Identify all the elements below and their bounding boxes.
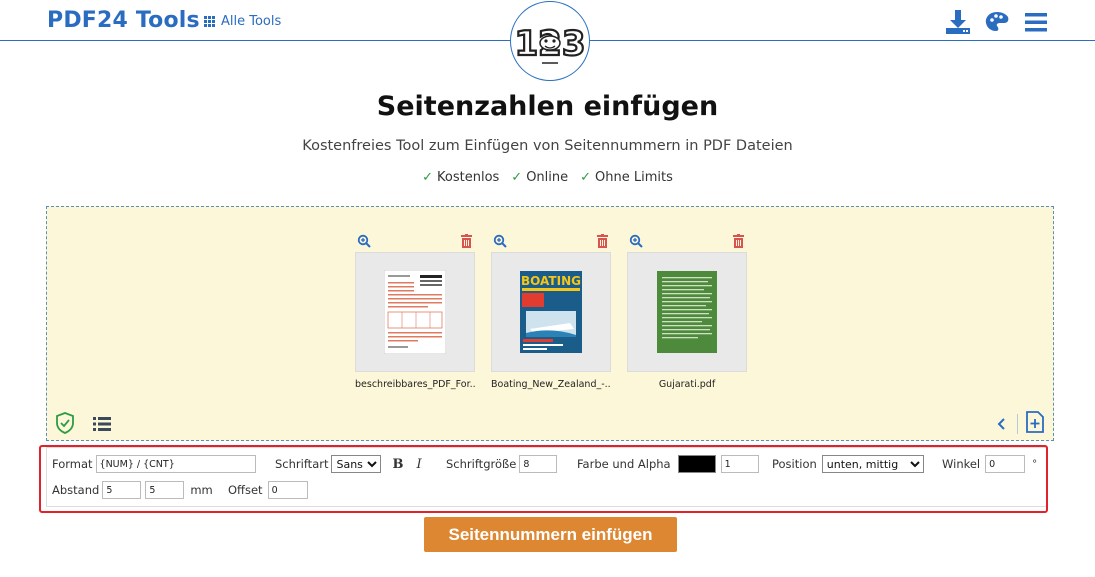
toolbar-divider (1017, 414, 1018, 434)
download-icon[interactable] (945, 9, 971, 35)
delete-icon[interactable] (460, 234, 473, 248)
file-name: Gujarati.pdf (658, 379, 716, 390)
color-label: Farbe und Alpha (577, 457, 671, 471)
position-select[interactable]: unten, mittig (821, 455, 924, 473)
all-tools-label: Alle Tools (221, 14, 282, 29)
offset-option: Offset (228, 481, 308, 499)
margin-y-input[interactable] (145, 481, 185, 499)
position-label: Position (772, 457, 817, 471)
svg-text:BOATING: BOATING (521, 274, 581, 288)
top-icons (945, 9, 1049, 35)
font-size-input[interactable] (519, 455, 558, 473)
chevron-left-icon[interactable] (997, 417, 1007, 431)
zoom-in-icon[interactable] (493, 234, 507, 248)
options-panel: Format Schriftart Sans B I Schriftgröße … (46, 447, 1048, 507)
mascot-logo-icon: 123 (514, 23, 586, 65)
zoom-in-icon[interactable] (629, 234, 643, 248)
boating-magazine-preview: BOATING (520, 271, 582, 353)
file-name: beschreibbares_PDF_For... (355, 379, 475, 390)
font-size-label: Schriftgröße (446, 457, 517, 471)
file-card[interactable]: BOATING Boating_New_Zealand_-... (491, 232, 611, 390)
format-input[interactable] (95, 455, 256, 473)
feature-list: ✓ Kostenlos ✓ Online ✓ Ohne Limits (0, 170, 1095, 185)
angle-input[interactable] (985, 455, 1026, 473)
add-file-icon[interactable] (1025, 411, 1045, 433)
offset-input[interactable] (267, 481, 308, 499)
palette-icon[interactable] (984, 9, 1010, 35)
list-view-icon[interactable] (93, 417, 111, 431)
page-subtitle: Kostenfreies Tool zum Einfügen von Seite… (302, 138, 793, 154)
grid-icon (204, 16, 215, 27)
feature-item: ✓ Ohne Limits (580, 170, 673, 185)
file-thumbnail[interactable] (355, 252, 475, 372)
check-icon: ✓ (511, 170, 523, 185)
page-title: Seitenzahlen einfügen (376, 91, 719, 122)
check-icon: ✓ (580, 170, 592, 185)
file-dropzone[interactable]: beschreibbares_PDF_For... BOATING Boatin… (46, 206, 1054, 441)
delete-icon[interactable] (596, 234, 609, 248)
color-picker[interactable] (677, 455, 716, 473)
margin-unit: mm (190, 483, 213, 497)
font-size-option: Schriftgröße (446, 455, 558, 473)
margin-option: Abstand mm (52, 481, 213, 499)
all-tools-link[interactable]: Alle Tools (204, 14, 281, 29)
file-card[interactable]: beschreibbares_PDF_For... (355, 232, 475, 390)
insert-page-numbers-button[interactable]: Seitennummern einfügen (424, 517, 677, 552)
check-icon: ✓ (422, 170, 434, 185)
angle-unit: ° (1032, 458, 1038, 470)
font-label: Schriftart (275, 457, 329, 471)
alpha-input[interactable] (720, 455, 759, 473)
margin-x-input[interactable] (102, 481, 142, 499)
font-select[interactable]: Sans (331, 455, 382, 473)
position-option: Position unten, mittig (772, 455, 924, 473)
file-card[interactable]: Gujarati.pdf (627, 232, 747, 390)
font-option: Schriftart Sans B I (275, 455, 422, 473)
file-name: Boating_New_Zealand_-... (491, 379, 611, 390)
color-option: Farbe und Alpha (577, 455, 759, 473)
brand-logo-text[interactable]: PDF24 Tools (47, 8, 200, 33)
mascot-logo[interactable]: 123 (510, 1, 590, 81)
feature-item: ✓ Online (511, 170, 569, 185)
format-label: Format (52, 457, 93, 471)
italic-button[interactable]: I (416, 457, 421, 472)
pdf-form-preview (384, 270, 446, 354)
margin-label: Abstand (52, 483, 100, 497)
feature-item: ✓ Kostenlos (422, 170, 500, 185)
angle-option: Winkel ° (942, 455, 1037, 473)
menu-icon[interactable] (1023, 9, 1049, 35)
format-option: Format (52, 455, 256, 473)
file-thumbnail[interactable]: BOATING (491, 252, 611, 372)
shield-icon[interactable] (55, 412, 75, 434)
bold-button[interactable]: B (392, 457, 403, 472)
offset-label: Offset (228, 483, 263, 497)
gujarati-pdf-preview (657, 271, 717, 353)
file-thumbnail[interactable] (627, 252, 747, 372)
angle-label: Winkel (942, 457, 981, 471)
zoom-in-icon[interactable] (357, 234, 371, 248)
delete-icon[interactable] (732, 234, 745, 248)
